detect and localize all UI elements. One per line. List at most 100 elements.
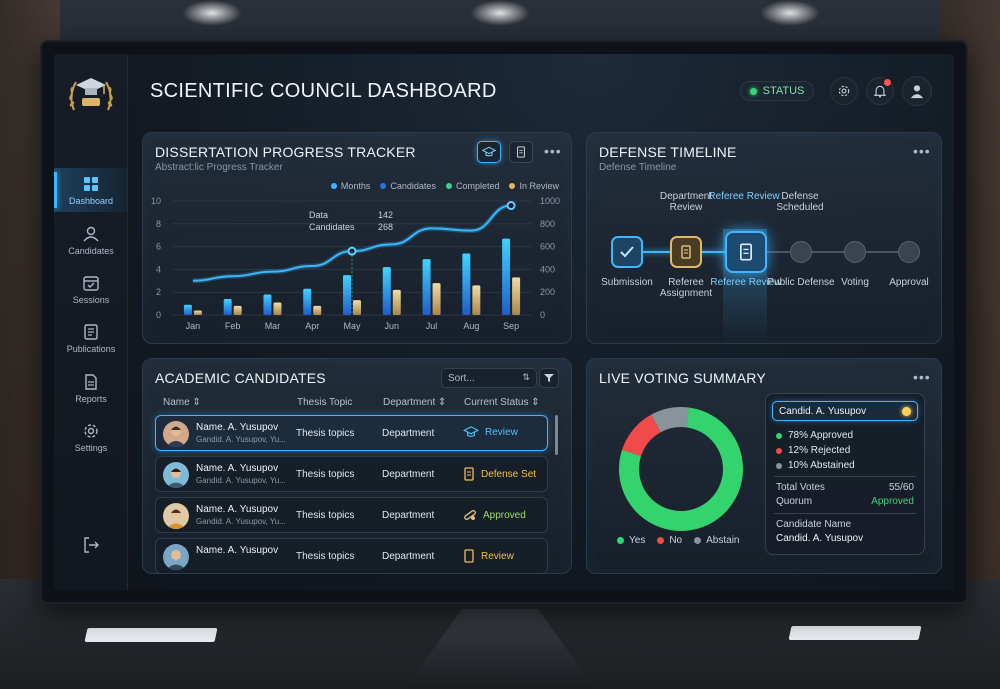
card-title: ACADEMIC CANDIDATES	[155, 370, 326, 386]
legend-label: No	[669, 535, 683, 546]
column-label: Thesis Topic	[297, 397, 353, 408]
chart-tooltip: Data 142 Candidates 268	[309, 209, 393, 239]
column-label: Name	[163, 397, 190, 408]
status-dot	[902, 407, 911, 416]
bar-in-review	[392, 289, 401, 315]
user-avatar-button[interactable]	[902, 76, 932, 106]
tooltip-label: Data	[309, 210, 329, 220]
candidate-selected: Candid. A. Yusupov	[779, 406, 867, 417]
column-header-name[interactable]: Name ⇕	[163, 397, 201, 408]
user-icon	[910, 85, 924, 99]
sort-arrows-icon: ⇕	[192, 397, 201, 408]
timeline-step-approval[interactable]	[898, 241, 920, 263]
bar-candidates	[343, 275, 351, 315]
total-value: 55/60	[888, 482, 914, 493]
sort-arrows-icon: ⇕	[531, 397, 540, 408]
status-label: STATUS	[762, 85, 805, 97]
sidebar: Dashboard Candidates Sessions Publicatio…	[54, 54, 128, 590]
candidate-subtext: Gandid. A. Yusupov, Yu...	[196, 517, 286, 526]
scroll-icon	[681, 245, 691, 259]
total-label: Total Votes	[776, 482, 825, 493]
y2-tick-label: 400	[540, 264, 555, 274]
sidebar-item-dashboard[interactable]: Dashboard	[54, 168, 128, 212]
notifications-button[interactable]	[866, 77, 894, 105]
timeline-step-referee-review[interactable]	[725, 231, 767, 273]
legend-swatch	[694, 537, 702, 544]
sidebar-item-candidates[interactable]: Candidates	[54, 218, 128, 262]
sort-select[interactable]: Sort... ⇅	[441, 368, 537, 388]
live-voting-card: LIVE VOTING SUMMARY ••• Yes No Abstain C…	[586, 358, 942, 574]
column-header-topic[interactable]: Thesis Topic	[297, 397, 352, 408]
timeline-step-submission[interactable]	[611, 236, 643, 268]
x-tick-label: Jan	[186, 321, 201, 331]
more-options-icon[interactable]: •••	[913, 369, 931, 385]
table-row[interactable]: Name. A. Yusupov Thesis topics Departmen…	[155, 538, 548, 573]
department: Department	[382, 428, 435, 439]
logout-icon[interactable]	[82, 536, 100, 554]
sidebar-item-publications[interactable]: Publications	[54, 316, 128, 360]
y2-tick-label: 1000	[540, 196, 560, 206]
bar-in-review	[512, 277, 521, 315]
scrollbar[interactable]	[555, 415, 558, 455]
bar-candidates	[183, 304, 192, 315]
x-tick-label: Apr	[305, 321, 319, 331]
table-row[interactable]: Name. A. Yusupov Gandid. A. Yusupov, Yu.…	[155, 497, 548, 533]
status-badge: Review	[463, 549, 514, 563]
candidate-selector[interactable]: Candid. A. Yusupov	[772, 401, 918, 421]
timeline-step-referee-assignment[interactable]	[670, 236, 702, 268]
candidate-name: Name. A. Yusupov	[196, 463, 279, 474]
department: Department	[382, 510, 435, 521]
bar-in-review	[273, 302, 282, 315]
voting-legend: Yes No Abstain	[617, 535, 739, 546]
candidate-name: Name. A. Yusupov	[196, 422, 279, 433]
dashboard-icon	[84, 176, 98, 191]
rejected-stat: 12% Rejected	[776, 445, 850, 456]
total-votes-row: Total Votes 55/60	[776, 482, 914, 493]
more-options-icon[interactable]: •••	[913, 143, 931, 159]
timeline-step-label: Approval	[889, 277, 929, 288]
settings-button[interactable]	[830, 77, 858, 105]
publications-icon	[84, 323, 98, 340]
quorum-row: Quorum Approved	[776, 496, 914, 507]
sidebar-item-label: Candidates	[68, 245, 114, 256]
bar-in-review	[233, 305, 242, 315]
sidebar-item-settings[interactable]: Settings	[54, 415, 128, 459]
filter-button[interactable]	[539, 368, 559, 388]
candidate-name-row: Candidate Name	[776, 519, 914, 530]
timeline-step-public-defense[interactable]	[790, 241, 812, 263]
progress-tracker-card: DISSERTATION PROGRESS TRACKER Abstract:l…	[142, 132, 572, 344]
status-label: Defense Set	[481, 468, 537, 480]
candidate-name-label: Candidate Name	[776, 519, 852, 530]
candidate-subtext: Gandid. A. Yusupov, Yu...	[196, 435, 286, 444]
screen: Dashboard Candidates Sessions Publicatio…	[54, 54, 954, 590]
sidebar-item-reports[interactable]: Reports	[54, 366, 128, 410]
timeline-top-label: Defense Scheduled	[776, 191, 824, 213]
bar-in-review	[353, 300, 361, 315]
sidebar-item-sessions[interactable]: Sessions	[54, 267, 128, 311]
status-badge[interactable]: STATUS	[740, 81, 814, 101]
timeline-step-voting[interactable]	[844, 241, 866, 263]
table-row[interactable]: Name. A. Yusupov Gandid. A. Yusupov, Yu.…	[155, 456, 548, 492]
thesis-topic: Thesis topics	[296, 551, 355, 562]
thesis-topic: Thesis topics	[296, 469, 355, 480]
bar-candidates	[462, 253, 471, 315]
donut-slice-no	[622, 414, 662, 457]
academic-candidates-card: ACADEMIC CANDIDATES Sort... ⇅ Name ⇕ The…	[142, 358, 572, 574]
check-icon	[620, 246, 634, 258]
graduation-laurel-logo	[69, 78, 113, 111]
sidebar-item-label: Dashboard	[68, 195, 114, 206]
bar-in-review	[472, 285, 481, 315]
department: Department	[382, 551, 435, 562]
table-row[interactable]: Name. A. Yusupov Gandid. A. Yusupov, Yu.…	[155, 415, 548, 451]
page-title: SCIENTIFIC COUNCIL DASHBOARD	[150, 80, 497, 102]
column-header-department[interactable]: Department ⇕	[383, 397, 446, 408]
status-dot	[749, 87, 757, 95]
candidate-name-value-row: Candid. A. Yusupov	[776, 533, 914, 544]
sort-arrows-icon: ⇕	[438, 397, 447, 408]
status-label: Review	[485, 426, 518, 438]
column-header-status[interactable]: Current Status ⇕	[464, 397, 540, 408]
ceiling-light	[760, 0, 820, 26]
bar-candidates	[382, 267, 391, 315]
sidebar-item-label: Sessions	[72, 294, 110, 305]
legend-item: Abstain	[694, 535, 739, 546]
